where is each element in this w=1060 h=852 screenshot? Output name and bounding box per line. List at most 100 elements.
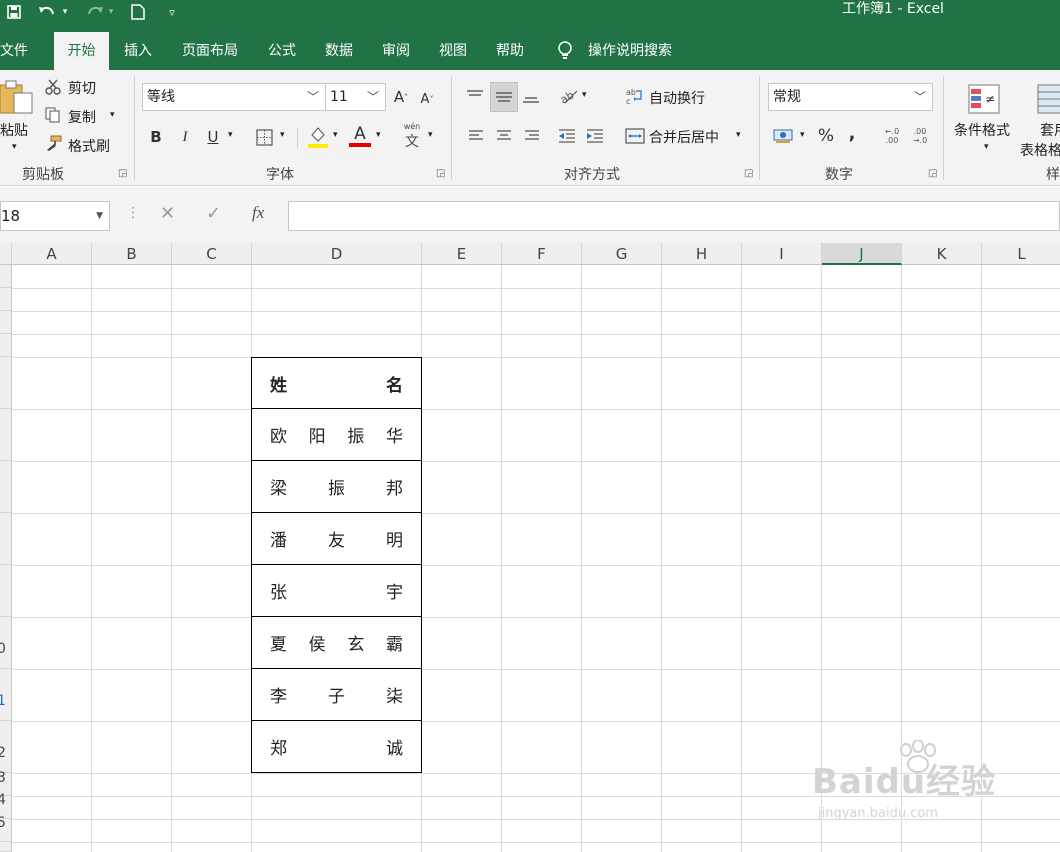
column-header-f[interactable]: F (502, 243, 582, 265)
copy-button[interactable]: 复制 (68, 107, 96, 127)
number-launcher-icon[interactable]: ◲ (928, 168, 937, 179)
row-header[interactable] (0, 265, 12, 288)
insert-function-button[interactable]: fx (252, 203, 264, 223)
fill-color-icon[interactable] (306, 124, 330, 150)
font-launcher-icon[interactable]: ◲ (436, 168, 445, 179)
column-header-a[interactable]: A (12, 243, 92, 265)
column-header-d[interactable]: D (252, 243, 422, 265)
merge-center-icon[interactable] (624, 126, 646, 146)
row-header[interactable] (0, 357, 12, 409)
row-header[interactable] (0, 409, 12, 461)
cut-button[interactable]: 剪切 (68, 78, 96, 98)
borders-icon[interactable] (254, 126, 274, 148)
table-row[interactable]: 李子柒 (251, 669, 422, 721)
font-color-dropdown-icon[interactable]: ▾ (376, 130, 381, 140)
tell-me-search[interactable]: 操作说明搜索 (588, 32, 682, 70)
cancel-entry-icon[interactable]: ✕ (160, 203, 175, 224)
table-row[interactable]: 张宇 (251, 565, 422, 617)
align-top-icon[interactable] (462, 82, 488, 110)
merge-center-button[interactable]: 合并后居中 (649, 127, 719, 147)
conditional-formatting-dropdown-icon[interactable]: ▾ (984, 142, 989, 152)
wrap-text-button[interactable]: 自动换行 (649, 88, 705, 108)
align-center-icon[interactable] (494, 126, 514, 146)
italic-button[interactable]: I (175, 126, 195, 148)
borders-dropdown-icon[interactable]: ▾ (280, 130, 285, 140)
tab-view[interactable]: 视图 (431, 32, 475, 70)
merge-dropdown-icon[interactable]: ▾ (736, 130, 741, 140)
format-painter-icon[interactable] (44, 134, 64, 152)
accounting-dropdown-icon[interactable]: ▾ (800, 130, 805, 140)
save-icon[interactable] (4, 0, 24, 24)
column-header-j[interactable]: J (822, 243, 902, 265)
table-row[interactable]: 夏 侯 玄霸 (251, 617, 422, 669)
increase-indent-icon[interactable] (584, 126, 606, 146)
new-file-icon[interactable] (128, 0, 148, 24)
column-header-c[interactable]: C (172, 243, 252, 265)
accounting-format-icon[interactable] (772, 126, 794, 146)
conditional-formatting-icon[interactable]: ≠ (966, 82, 1004, 118)
column-header-g[interactable]: G (582, 243, 662, 265)
paste-button[interactable]: 粘贴 (0, 120, 28, 140)
align-left-icon[interactable] (466, 126, 486, 146)
table-row[interactable]: 郑诚 (251, 721, 422, 773)
bold-button[interactable]: B (146, 126, 166, 148)
enter-entry-icon[interactable]: ✓ (206, 203, 221, 224)
decrease-font-size-icon[interactable]: A ˅ (418, 88, 436, 110)
format-as-table-icon[interactable] (1036, 82, 1060, 118)
table-header-cell[interactable]: 姓名 (251, 357, 422, 409)
format-as-table-label-1[interactable]: 套用 (1040, 120, 1060, 140)
format-painter-button[interactable]: 格式刷 (68, 136, 110, 156)
tab-insert[interactable]: 插入 (116, 32, 160, 70)
number-format-combo[interactable]: 常规 ﹀ (768, 83, 933, 111)
align-right-icon[interactable] (522, 126, 542, 146)
row-header[interactable] (0, 513, 12, 565)
customize-toolbar-icon[interactable]: ▿ (164, 0, 180, 24)
decrease-indent-icon[interactable] (556, 126, 578, 146)
tab-data[interactable]: 数据 (317, 32, 361, 70)
row-header[interactable] (0, 842, 12, 852)
row-header[interactable] (0, 311, 12, 334)
font-size-combo[interactable]: 11 ﹀ (325, 83, 386, 111)
column-header-k[interactable]: K (902, 243, 982, 265)
formula-input[interactable] (288, 201, 1060, 231)
increase-decimal-icon[interactable]: ←.0.00 (880, 124, 904, 148)
tab-help[interactable]: 帮助 (488, 32, 532, 70)
phonetic-dropdown-icon[interactable]: ▾ (428, 130, 433, 140)
tab-file[interactable]: 文件 (0, 32, 34, 70)
font-name-combo[interactable]: 等线 ﹀ (142, 83, 326, 111)
paste-icon[interactable] (0, 76, 34, 116)
undo-icon[interactable] (36, 0, 58, 24)
alignment-launcher-icon[interactable]: ◲ (744, 168, 753, 179)
wrap-text-icon[interactable]: ab c (625, 86, 645, 106)
clipboard-launcher-icon[interactable]: ◲ (118, 168, 127, 179)
row-header[interactable] (0, 565, 12, 617)
row-header[interactable] (0, 334, 12, 357)
decrease-decimal-icon[interactable]: .00 →.0 (908, 124, 932, 148)
percent-style-button[interactable]: % (815, 125, 837, 147)
column-header-l[interactable]: L (982, 243, 1060, 265)
phonetic-guide-icon[interactable]: wén 文 (400, 122, 424, 150)
format-as-table-label-2[interactable]: 表格格 (1020, 140, 1060, 160)
align-bottom-icon[interactable] (518, 84, 544, 112)
tab-page-layout[interactable]: 页面布局 (174, 32, 246, 70)
increase-font-size-icon[interactable]: A ˄ (392, 86, 410, 108)
select-all-corner[interactable] (0, 243, 12, 265)
column-header-i[interactable]: I (742, 243, 822, 265)
font-color-icon[interactable]: A (348, 122, 372, 150)
table-row[interactable]: 梁振邦 (251, 461, 422, 513)
row-header[interactable] (0, 461, 12, 513)
underline-button[interactable]: U (203, 126, 223, 148)
lightbulb-icon[interactable] (552, 32, 578, 70)
name-box[interactable]: 18 ▼ (0, 201, 110, 231)
conditional-formatting-button[interactable]: 条件格式 (954, 120, 1010, 140)
orientation-dropdown-icon[interactable]: ▾ (582, 90, 587, 100)
comma-style-button[interactable]: , (844, 122, 860, 144)
underline-dropdown-icon[interactable]: ▾ (228, 130, 233, 140)
undo-dropdown-icon[interactable]: ▾ (60, 0, 70, 24)
tab-review[interactable]: 审阅 (374, 32, 418, 70)
paste-dropdown-icon[interactable]: ▾ (12, 142, 17, 152)
table-row[interactable]: 欧 阳 振华 (251, 409, 422, 461)
cut-icon[interactable] (44, 78, 62, 96)
copy-icon[interactable] (44, 106, 62, 124)
column-header-b[interactable]: B (92, 243, 172, 265)
